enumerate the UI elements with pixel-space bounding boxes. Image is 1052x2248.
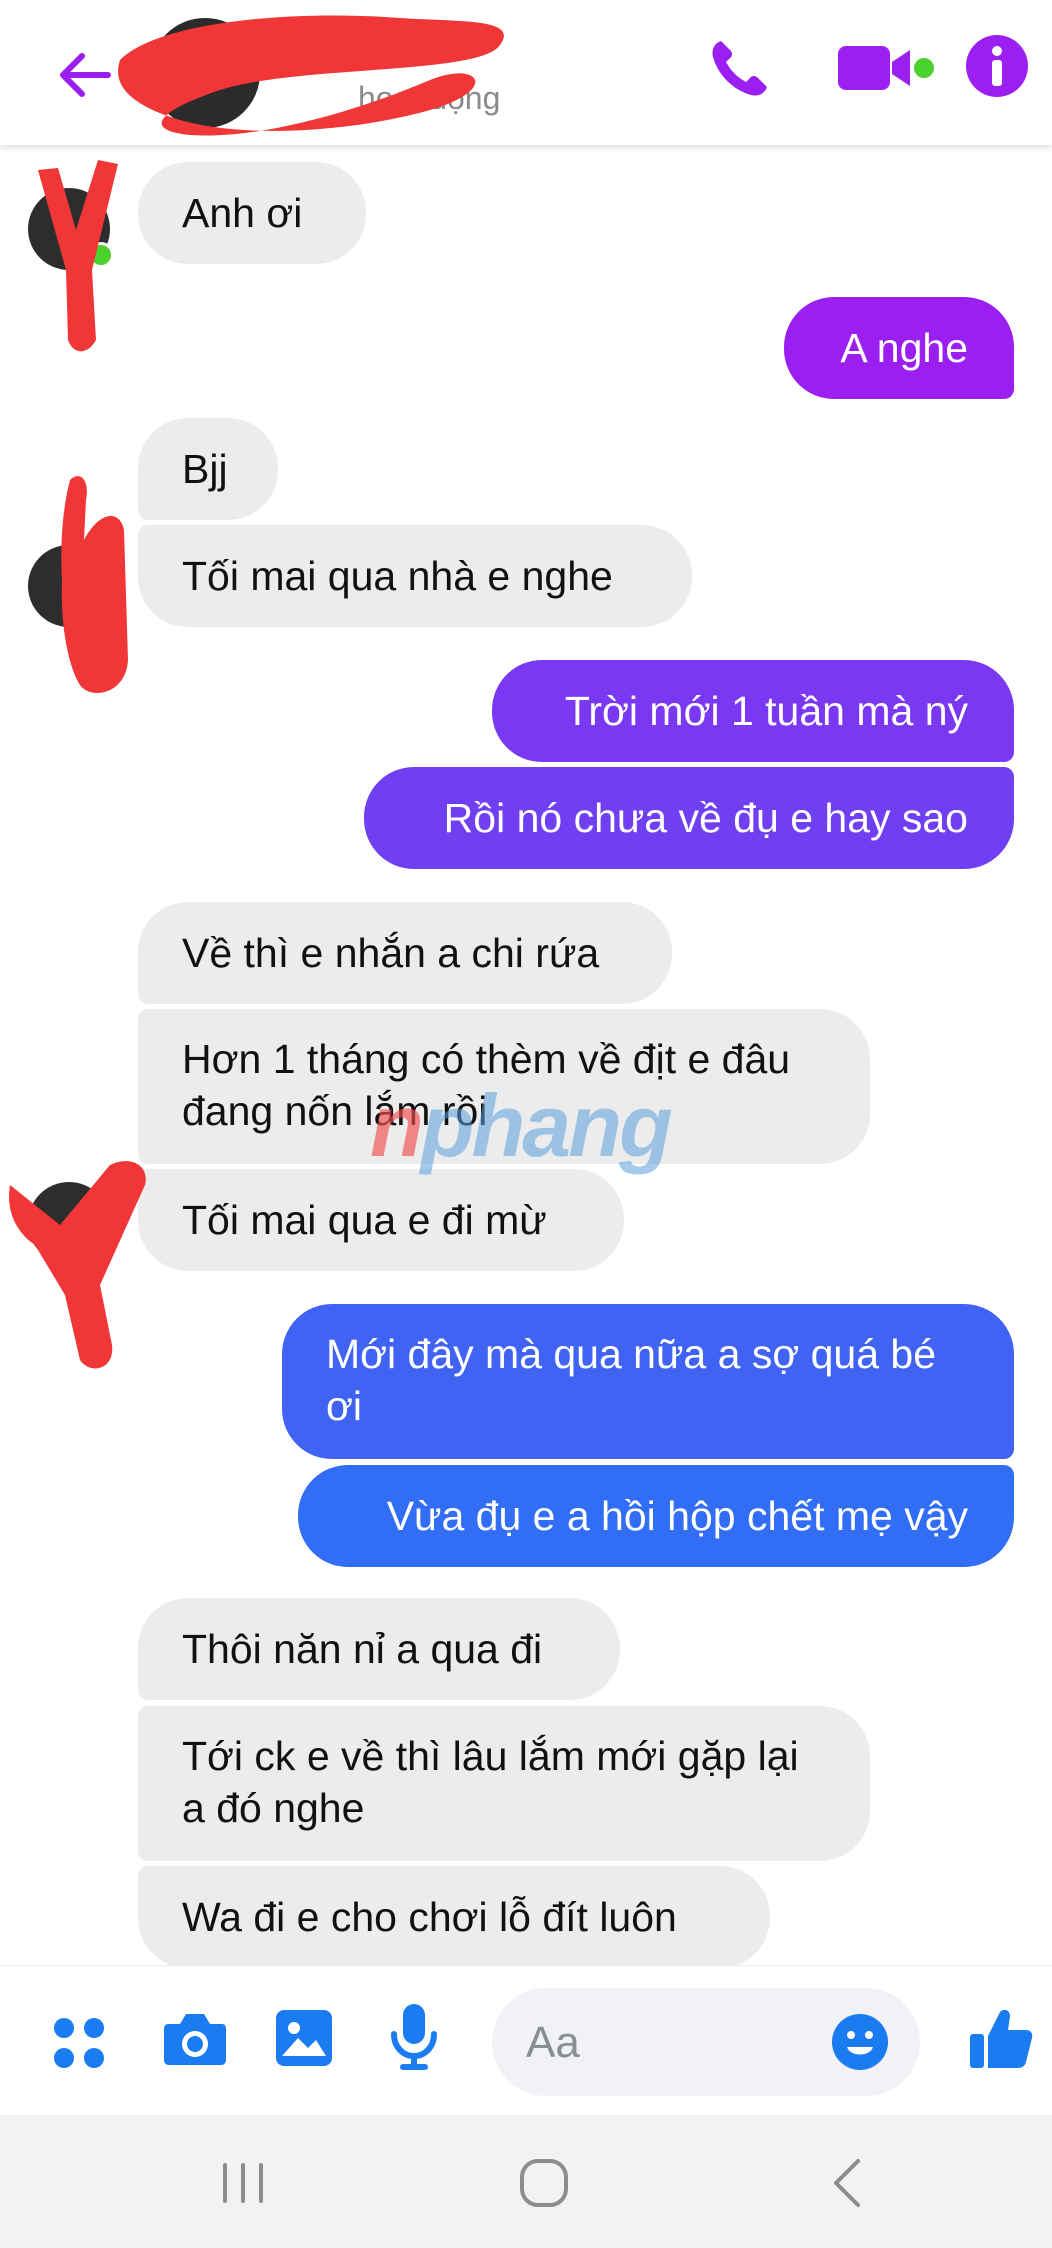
incoming-message[interactable]: Bjj (138, 418, 278, 520)
emoji-icon[interactable] (830, 2012, 890, 2072)
incoming-message[interactable]: Hơn 1 tháng có thèm về địt e đâu đang nố… (138, 1009, 870, 1164)
apps-grid-icon[interactable] (50, 2014, 108, 2072)
system-navigation-bar (0, 2115, 1052, 2248)
recent-apps-icon[interactable] (213, 2153, 273, 2213)
outgoing-message[interactable]: Mới đây mà qua nữa a sợ quá bé ơi (282, 1304, 1014, 1459)
sender-avatar[interactable] (28, 1182, 110, 1264)
online-indicator (88, 242, 114, 268)
incoming-message[interactable]: Tối mai qua e đi mừ (138, 1169, 624, 1271)
contact-status: hoạt động (358, 80, 501, 116)
back-nav-icon[interactable] (818, 2153, 878, 2213)
outgoing-message[interactable]: Rồi nó chưa về đụ e hay sao (364, 767, 1014, 869)
incoming-message[interactable]: Về thì e nhắn a chi rứa (138, 902, 672, 1004)
chat-header: hoạt động (0, 0, 1052, 145)
incoming-message[interactable]: Tối mai qua nhà e nghe (138, 525, 692, 627)
outgoing-message[interactable]: Vừa đụ e a hồi hộp chết mẹ vậy (298, 1465, 1014, 1567)
sender-avatar[interactable] (28, 545, 110, 627)
home-icon[interactable] (514, 2153, 574, 2213)
arrow-left-icon[interactable] (50, 40, 120, 110)
message-input[interactable]: Aa (492, 1988, 920, 2096)
composer-bar: Aa (0, 1965, 1052, 2116)
outgoing-message[interactable]: Trời mới 1 tuần mà ný (492, 660, 1014, 762)
phone-icon[interactable] (705, 33, 775, 103)
info-icon[interactable] (964, 33, 1030, 99)
incoming-message[interactable]: Thôi năn nỉ a qua đi (138, 1598, 620, 1700)
video-camera-icon[interactable] (836, 40, 936, 96)
gallery-icon[interactable] (274, 2008, 334, 2068)
thumbs-up-icon[interactable] (968, 2006, 1034, 2072)
contact-avatar[interactable] (150, 18, 260, 128)
microphone-icon[interactable] (388, 2002, 440, 2072)
incoming-message[interactable]: Anh ơi (138, 162, 366, 264)
incoming-message[interactable]: Wa đi e cho chơi lỗ đít luôn (138, 1866, 770, 1968)
message-input-placeholder: Aa (526, 2018, 580, 2067)
outgoing-message[interactable]: A nghe (784, 297, 1014, 399)
incoming-message[interactable]: Tới ck e về thì lâu lắm mới gặp lại a đó… (138, 1706, 870, 1861)
camera-icon[interactable] (162, 2008, 228, 2068)
